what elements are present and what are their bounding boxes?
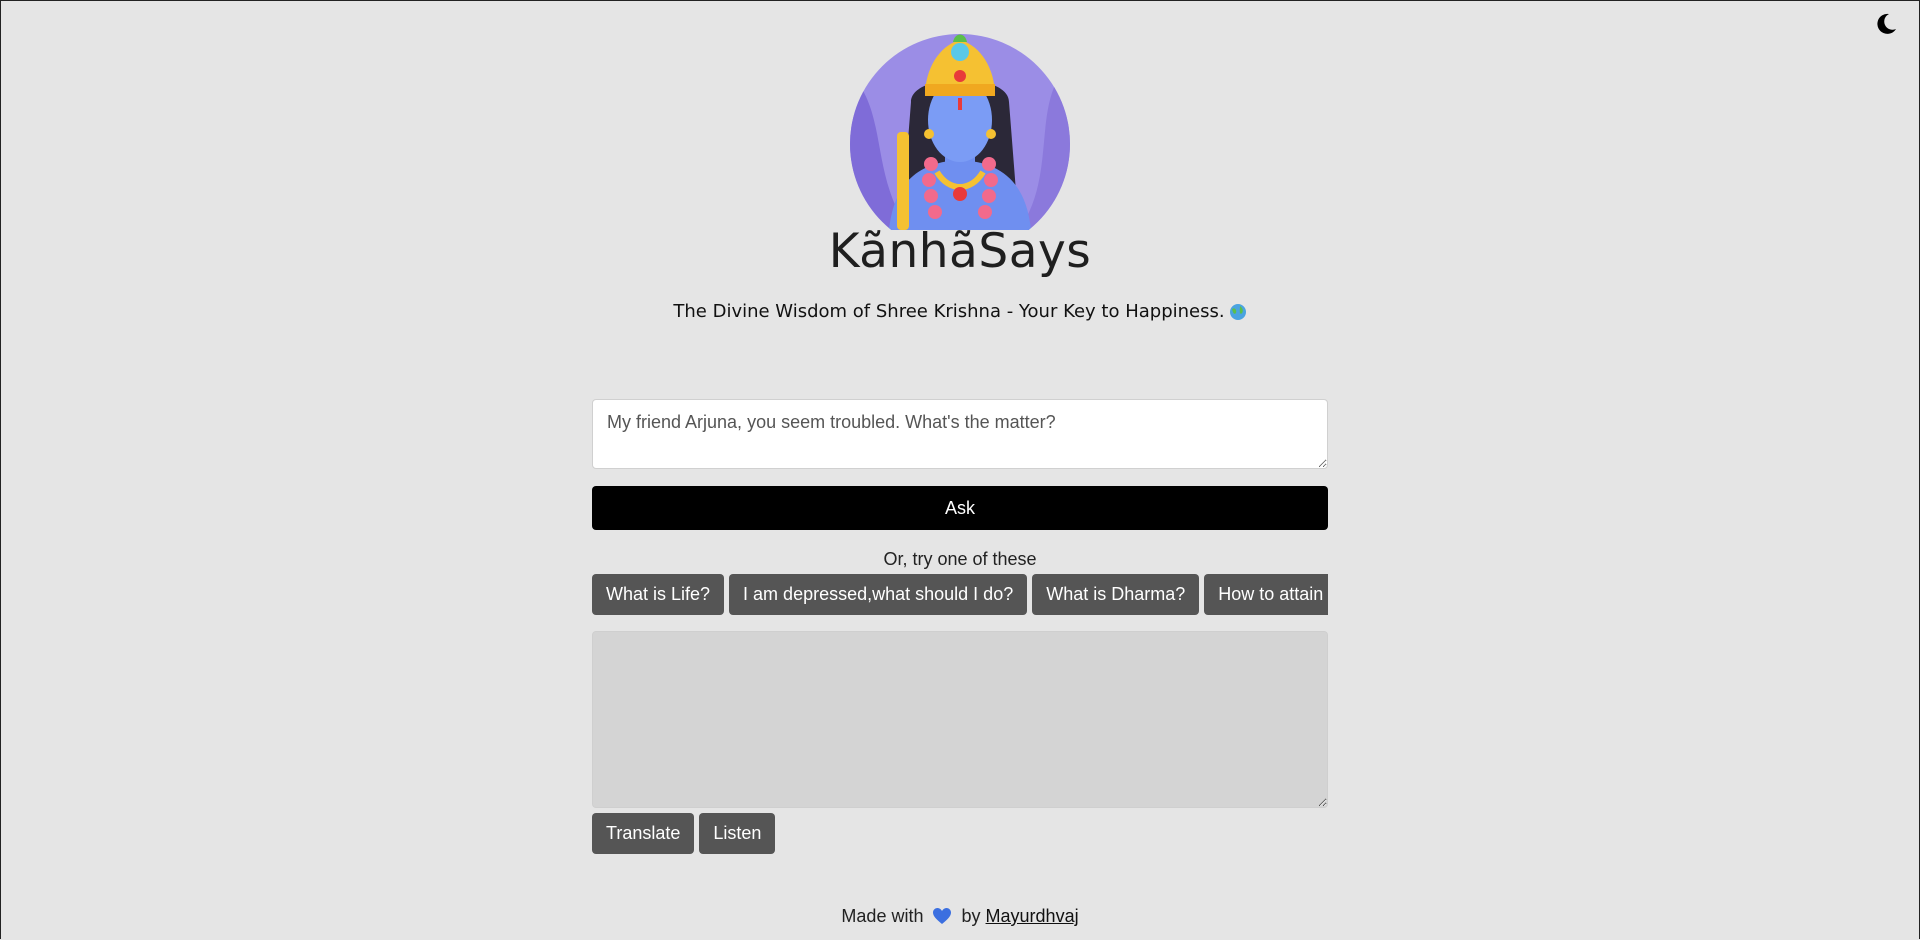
footer: Made with by Mayurdhvaj (0, 906, 1920, 927)
suggestion-chip[interactable]: How to attain (1204, 574, 1328, 615)
suggestion-chip[interactable]: What is Life? (592, 574, 725, 615)
tagline-text: The Divine Wisdom of Shree Krishna - You… (673, 301, 1225, 322)
translate-button[interactable]: Translate (592, 813, 695, 854)
ask-button[interactable]: Ask (592, 486, 1328, 530)
author-link[interactable]: Mayurdhvaj (986, 906, 1079, 926)
blue-heart-icon (933, 908, 952, 924)
site-title: KãnhãSays (828, 224, 1092, 279)
main-panel: Ask Or, try one of these What is Life? I… (592, 399, 1328, 854)
globe-icon (1229, 303, 1246, 320)
suggestion-chips: What is Life? I am depressed,what should… (592, 574, 1328, 615)
answer-actions: Translate Listen (592, 813, 1328, 854)
footer-made-with: Made with (841, 906, 924, 926)
tagline: The Divine Wisdom of Shree Krishna - You… (673, 301, 1246, 322)
krishna-avatar (849, 32, 1071, 230)
footer-by: by (961, 906, 981, 926)
header: KãnhãSays The Divine Wisdom of Shree Kri… (0, 32, 1920, 322)
suggestion-chip[interactable]: What is Dharma? (1032, 574, 1200, 615)
answer-output[interactable] (592, 631, 1328, 808)
listen-button[interactable]: Listen (699, 813, 776, 854)
suggestions-label: Or, try one of these (883, 549, 1037, 569)
question-input[interactable] (592, 399, 1328, 469)
suggestion-chip[interactable]: I am depressed,what should I do? (729, 574, 1028, 615)
